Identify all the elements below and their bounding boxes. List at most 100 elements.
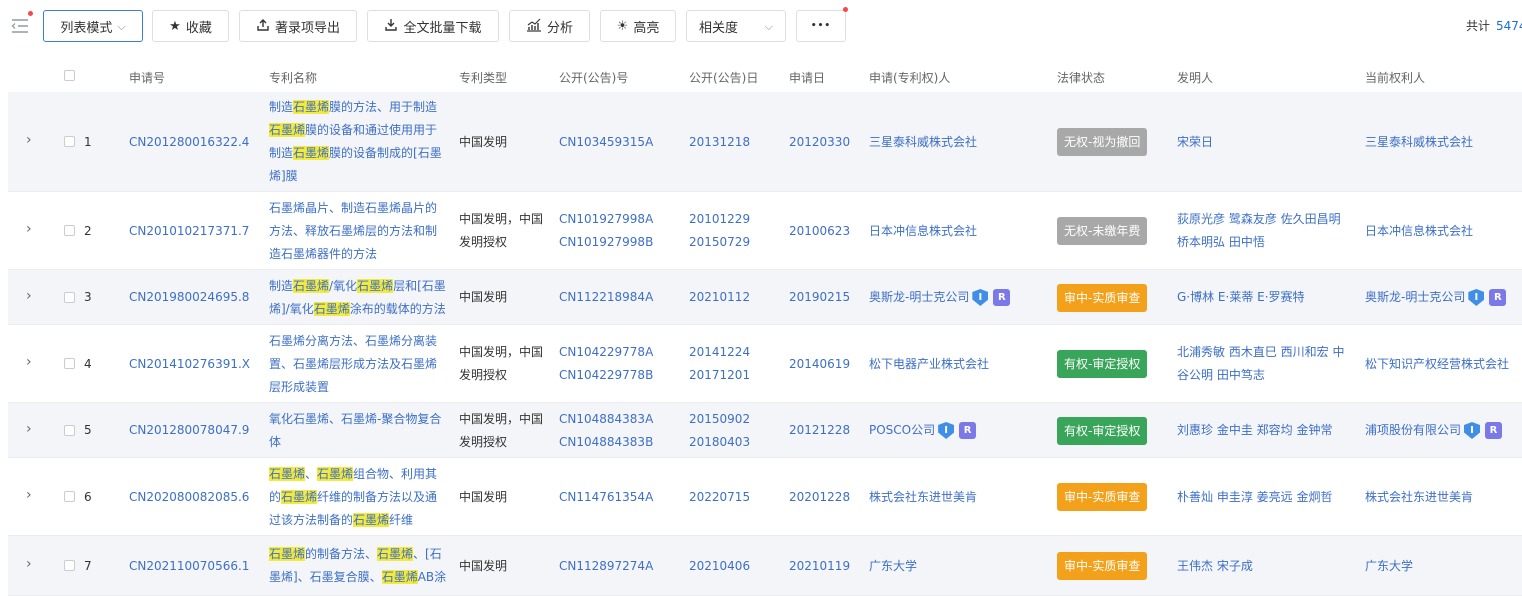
table-row[interactable]: ›7CN202110070566.1石墨烯的制备方法、石墨烯、[石墨烯]、石墨复… — [8, 536, 1522, 596]
favorite-button[interactable]: ★ 收藏 — [152, 10, 229, 42]
inventors[interactable]: 王伟杰 宋子成 — [1177, 555, 1355, 578]
table-row[interactable]: ›5CN201280078047.9氧化石墨烯、石墨烯-聚合物复合体中国发明，中… — [8, 403, 1522, 458]
col-owner[interactable]: 当前权利人 — [1365, 69, 1425, 86]
relation-badge-icon[interactable]: R — [959, 422, 976, 439]
applicant-link[interactable]: 奥斯龙-明士克公司IR — [869, 286, 1010, 309]
applicant-name[interactable]: 松下电器产业株式会社 — [869, 357, 989, 371]
expand-chevron-icon[interactable]: › — [26, 421, 32, 437]
expand-chevron-icon[interactable]: › — [26, 487, 32, 503]
view-mode-select[interactable]: 列表模式 ⌵ — [43, 10, 143, 42]
current-owner-link[interactable]: 日本冲信息株式会社 — [1365, 220, 1473, 243]
publication-number[interactable]: CN112218984A — [559, 286, 653, 309]
pub-no-line[interactable]: CN114761354A — [559, 486, 653, 509]
publication-number[interactable]: CN114761354A — [559, 486, 653, 509]
publication-number[interactable]: CN104229778ACN104229778B — [559, 341, 653, 387]
patent-title-link[interactable]: 石墨烯、石墨烯组合物、利用其的石墨烯纤维的制备方法以及通过该方法制备的石墨烯纤维 — [269, 463, 449, 532]
applicant-link[interactable]: 日本冲信息株式会社 — [869, 220, 977, 243]
inventors[interactable]: 荻原光彦 鹭森友彦 佐久田昌明桥本明弘 田中悟 — [1177, 208, 1355, 254]
inventors[interactable]: G·博林 E·莱蒂 E·罗赛特 — [1177, 286, 1355, 309]
row-checkbox[interactable] — [64, 136, 75, 147]
applicant-name[interactable]: POSCO公司 — [869, 423, 935, 437]
bulk-download-button[interactable]: 全文批量下载 — [367, 10, 499, 42]
industry-badge-icon[interactable]: I — [972, 289, 988, 306]
inventor-line[interactable]: 荻原光彦 鹭森友彦 佐久田昌明 — [1177, 208, 1355, 231]
patent-title-link[interactable]: 石墨烯晶片、制造石墨烯晶片的方法、释放石墨烯层的方法和制造石墨烯器件的方法 — [269, 197, 449, 266]
applicant-link[interactable]: POSCO公司IR — [869, 419, 976, 442]
applicant-link[interactable]: 株式会社东进世美肯 — [869, 486, 977, 509]
inventors[interactable]: 朴善灿 申圭淳 姜亮远 金炯哲 — [1177, 486, 1355, 509]
patent-title-link[interactable]: 制造石墨烯膜的方法、用于制造石墨烯膜的设备和通过使用用于制造石墨烯膜的设备制成的… — [269, 96, 449, 188]
owner-name[interactable]: 奥斯龙-明士克公司 — [1365, 290, 1465, 304]
application-number-link[interactable]: CN201280078047.9 — [129, 419, 249, 442]
expand-chevron-icon[interactable]: › — [26, 221, 32, 237]
inventor-line[interactable]: 朴善灿 申圭淳 姜亮远 金炯哲 — [1177, 486, 1355, 509]
col-applicant[interactable]: 申请(专利权)人 — [869, 69, 950, 86]
relation-badge-icon[interactable]: R — [993, 289, 1010, 306]
table-row[interactable]: ›2CN201010217371.7石墨烯晶片、制造石墨烯晶片的方法、释放石墨烯… — [8, 192, 1522, 270]
owner-name[interactable]: 松下知识产权经营株式会社 — [1365, 357, 1509, 371]
row-checkbox[interactable] — [64, 292, 75, 303]
owner-name[interactable]: 三星泰科威株式会社 — [1365, 135, 1473, 149]
pub-no-line[interactable]: CN101927998B — [559, 231, 653, 254]
applicant-name[interactable]: 日本冲信息株式会社 — [869, 224, 977, 238]
industry-badge-icon[interactable]: I — [1468, 289, 1484, 306]
pub-no-line[interactable]: CN104229778A — [559, 341, 653, 364]
expand-chevron-icon[interactable]: › — [26, 354, 32, 370]
relation-badge-icon[interactable]: R — [1489, 289, 1506, 306]
select-all-checkbox[interactable] — [64, 70, 75, 81]
owner-name[interactable]: 日本冲信息株式会社 — [1365, 224, 1473, 238]
sort-select[interactable]: 相关度 ⌵ — [686, 10, 786, 42]
export-button[interactable]: 著录项导出 — [239, 10, 357, 42]
col-type[interactable]: 专利类型 — [459, 69, 507, 86]
table-row[interactable]: ›1CN201280016322.4制造石墨烯膜的方法、用于制造石墨烯膜的设备和… — [8, 92, 1522, 192]
inventor-line[interactable]: 桥本明弘 田中悟 — [1177, 231, 1355, 254]
menu-toggle-icon[interactable] — [10, 16, 32, 36]
inventor-line[interactable]: 王伟杰 宋子成 — [1177, 555, 1355, 578]
applicant-link[interactable]: 松下电器产业株式会社 — [869, 353, 989, 376]
application-number-link[interactable]: CN201010217371.7 — [129, 220, 249, 243]
expand-chevron-icon[interactable]: › — [26, 288, 32, 304]
current-owner-link[interactable]: 三星泰科威株式会社 — [1365, 131, 1473, 154]
industry-badge-icon[interactable]: I — [938, 422, 954, 439]
current-owner-link[interactable]: 株式会社东进世美肯 — [1365, 486, 1473, 509]
col-title[interactable]: 专利名称 — [269, 69, 317, 86]
inventors[interactable]: 北浦秀敏 西木直巳 西川和宏 中谷公明 田中笃志 — [1177, 341, 1355, 387]
inventor-line[interactable]: 刘惠珍 金中圭 郑容均 金钟常 — [1177, 419, 1355, 442]
publication-number[interactable]: CN103459315A — [559, 131, 653, 154]
row-checkbox[interactable] — [64, 425, 75, 436]
applicant-name[interactable]: 广东大学 — [869, 559, 917, 573]
table-row[interactable]: ›3CN201980024695.8制造石墨烯/氧化石墨烯层和[石墨烯]/氧化石… — [8, 270, 1522, 325]
expand-chevron-icon[interactable]: › — [26, 556, 32, 572]
owner-name[interactable]: 浦项股份有限公司 — [1365, 423, 1461, 437]
application-number-link[interactable]: CN201980024695.8 — [129, 286, 249, 309]
col-pub-no[interactable]: 公开(公告)号 — [559, 69, 628, 86]
application-number-link[interactable]: CN202080082085.6 — [129, 486, 249, 509]
owner-name[interactable]: 广东大学 — [1365, 559, 1413, 573]
inventor-line[interactable]: 北浦秀敏 西木直巳 西川和宏 中 — [1177, 341, 1355, 364]
application-number-link[interactable]: CN201280016322.4 — [129, 131, 249, 154]
col-inventor[interactable]: 发明人 — [1177, 69, 1213, 86]
application-number-link[interactable]: CN202110070566.1 — [129, 555, 249, 578]
col-app-no[interactable]: 申请号 — [129, 69, 165, 86]
inventors[interactable]: 宋荣日 — [1177, 131, 1355, 154]
current-owner-link[interactable]: 广东大学 — [1365, 555, 1413, 578]
patent-title-link[interactable]: 制造石墨烯/氧化石墨烯层和[石墨烯]/氧化石墨烯涂布的载体的方法 — [269, 275, 449, 321]
table-row[interactable]: ›6CN202080082085.6石墨烯、石墨烯组合物、利用其的石墨烯纤维的制… — [8, 458, 1522, 536]
table-row[interactable]: ›4CN201410276391.X石墨烯分离方法、石墨烯分离装置、石墨烯层形成… — [8, 325, 1522, 403]
applicant-link[interactable]: 广东大学 — [869, 555, 917, 578]
patent-title-link[interactable]: 石墨烯的制备方法、石墨烯、[石墨烯]、石墨复合膜、石墨烯AB涂 — [269, 543, 449, 589]
patent-title-link[interactable]: 石墨烯分离方法、石墨烯分离装置、石墨烯层形成方法及石墨烯层形成装置 — [269, 330, 449, 399]
owner-name[interactable]: 株式会社东进世美肯 — [1365, 490, 1473, 504]
publication-number[interactable]: CN104884383ACN104884383B — [559, 408, 653, 454]
applicant-name[interactable]: 三星泰科威株式会社 — [869, 135, 977, 149]
pub-no-line[interactable]: CN104229778B — [559, 364, 653, 387]
applicant-name[interactable]: 奥斯龙-明士克公司 — [869, 290, 969, 304]
publication-number[interactable]: CN101927998ACN101927998B — [559, 208, 653, 254]
more-button[interactable]: ••• — [796, 10, 846, 42]
expand-chevron-icon[interactable]: › — [26, 132, 32, 148]
pub-no-line[interactable]: CN104884383B — [559, 431, 653, 454]
row-checkbox[interactable] — [64, 358, 75, 369]
inventor-line[interactable]: G·博林 E·莱蒂 E·罗赛特 — [1177, 286, 1355, 309]
applicant-name[interactable]: 株式会社东进世美肯 — [869, 490, 977, 504]
pub-no-line[interactable]: CN101927998A — [559, 208, 653, 231]
